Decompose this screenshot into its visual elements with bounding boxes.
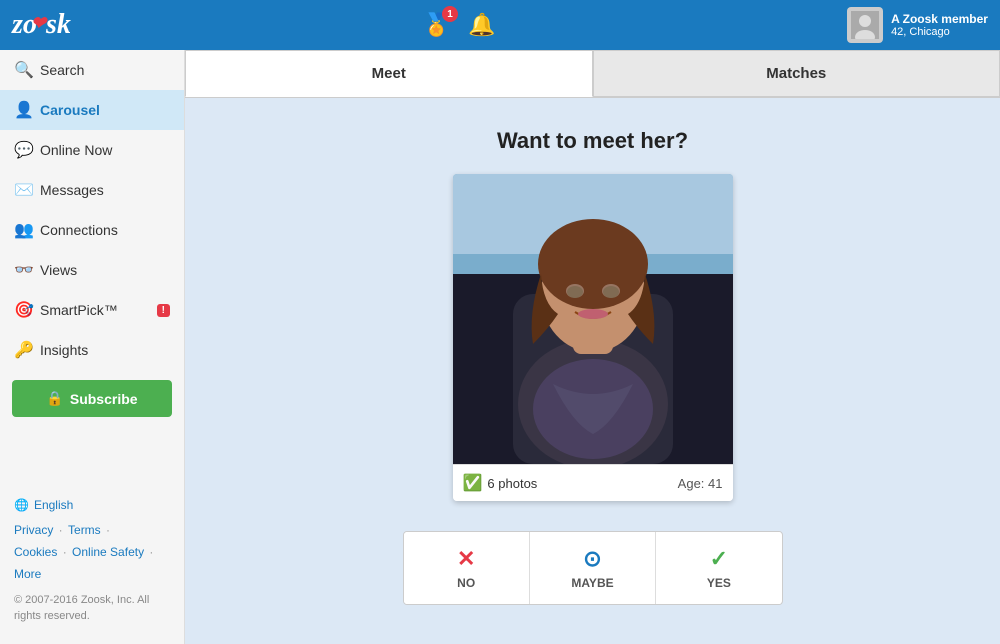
language-label: English — [34, 498, 73, 512]
meet-title: Want to meet her? — [497, 128, 688, 154]
terms-link[interactable]: Terms — [68, 523, 101, 537]
tab-meet[interactable]: Meet — [185, 50, 593, 97]
language-selector[interactable]: 🌐 English — [14, 498, 170, 512]
messages-icon-button[interactable]: 🏅 1 — [423, 12, 450, 38]
header: zo❤sk 🏅 1 🔔 A Zoosk member 42, Chicago — [0, 0, 1000, 50]
no-button[interactable]: ✕ NO — [404, 532, 530, 604]
logo[interactable]: zo❤sk — [12, 9, 71, 41]
no-label: NO — [457, 576, 475, 590]
subscribe-button[interactable]: 🔒 Subscribe — [12, 380, 172, 417]
sidebar-item-messages[interactable]: ✉️ Messages — [0, 170, 184, 210]
layout: 🔍 Search 👤 Carousel 💬 Online Now ✉️ Mess… — [0, 50, 1000, 644]
user-name: A Zoosk member — [891, 12, 988, 26]
maybe-button[interactable]: ⊙ MAYBE — [530, 532, 656, 604]
online-now-icon: 💬 — [14, 140, 32, 160]
sidebar-item-insights[interactable]: 🔑 Insights — [0, 330, 184, 370]
online-safety-link[interactable]: Online Safety — [72, 545, 144, 559]
privacy-link[interactable]: Privacy — [14, 523, 53, 537]
yes-button[interactable]: ✓ YES — [656, 532, 781, 604]
sidebar-label-online-now: Online Now — [40, 142, 112, 158]
header-icons: 🏅 1 🔔 — [423, 12, 496, 38]
sidebar-footer: 🌐 English Privacy · Terms · Cookies · On… — [0, 488, 184, 634]
maybe-icon: ⊙ — [583, 546, 601, 572]
content-area: Want to meet her? — [185, 98, 1000, 644]
photos-info: ✅ 6 photos — [463, 473, 538, 493]
verified-icon: ✅ — [463, 473, 483, 493]
action-buttons: ✕ NO ⊙ MAYBE ✓ YES — [403, 531, 783, 605]
user-profile-button[interactable]: A Zoosk member 42, Chicago — [847, 7, 988, 43]
user-location: 42, Chicago — [891, 26, 988, 38]
avatar — [847, 7, 883, 43]
sidebar-label-smartpick: SmartPick™ — [40, 302, 118, 318]
sidebar: 🔍 Search 👤 Carousel 💬 Online Now ✉️ Mess… — [0, 50, 185, 644]
globe-icon: 🌐 — [14, 498, 29, 512]
more-link[interactable]: More — [14, 567, 41, 581]
connections-icon: 👥 — [14, 220, 32, 240]
sidebar-label-carousel: Carousel — [40, 102, 100, 118]
age-info: Age: 41 — [678, 476, 723, 491]
smartpick-icon: 🎯 — [14, 300, 32, 320]
tabs: Meet Matches — [185, 50, 1000, 98]
tab-matches-label: Matches — [766, 65, 826, 82]
sidebar-item-online-now[interactable]: 💬 Online Now — [0, 130, 184, 170]
smartpick-badge: ! — [157, 304, 170, 317]
profile-card[interactable]: ✅ 6 photos Age: 41 — [453, 174, 733, 501]
bell-icon: 🔔 — [468, 12, 495, 37]
sidebar-item-connections[interactable]: 👥 Connections — [0, 210, 184, 250]
cookies-link[interactable]: Cookies — [14, 545, 57, 559]
tab-meet-label: Meet — [372, 65, 406, 82]
sidebar-label-insights: Insights — [40, 342, 88, 358]
copyright: © 2007-2016 Zoosk, Inc. All rights reser… — [14, 593, 170, 624]
views-icon: 👓 — [14, 260, 32, 280]
notifications-icon-button[interactable]: 🔔 — [468, 12, 495, 38]
no-icon: ✕ — [457, 546, 475, 572]
lock-icon: 🔒 — [46, 390, 63, 407]
sidebar-label-search: Search — [40, 62, 84, 78]
profile-card-footer: ✅ 6 photos Age: 41 — [453, 464, 733, 501]
messages-nav-icon: ✉️ — [14, 180, 32, 200]
sidebar-item-carousel[interactable]: 👤 Carousel — [0, 90, 184, 130]
photos-count: 6 photos — [487, 476, 537, 491]
search-icon: 🔍 — [14, 60, 32, 80]
tab-matches[interactable]: Matches — [593, 50, 1000, 97]
carousel-icon: 👤 — [14, 100, 32, 120]
logo-text: zo❤sk — [12, 9, 71, 41]
user-info: A Zoosk member 42, Chicago — [891, 12, 988, 38]
yes-label: YES — [707, 576, 731, 590]
sidebar-label-views: Views — [40, 262, 77, 278]
sidebar-item-smartpick[interactable]: 🎯 SmartPick™ ! — [0, 290, 184, 330]
subscribe-label: Subscribe — [70, 391, 138, 407]
sidebar-label-messages: Messages — [40, 182, 104, 198]
sidebar-item-search[interactable]: 🔍 Search — [0, 50, 184, 90]
sidebar-label-connections: Connections — [40, 222, 118, 238]
maybe-label: MAYBE — [571, 576, 613, 590]
main-content: Meet Matches Want to meet her? — [185, 50, 1000, 644]
profile-image — [453, 174, 733, 464]
insights-icon: 🔑 — [14, 340, 32, 360]
sidebar-links: Privacy · Terms · Cookies · Online Safet… — [14, 520, 170, 585]
sidebar-item-views[interactable]: 👓 Views — [0, 250, 184, 290]
messages-badge: 1 — [442, 6, 458, 22]
yes-icon: ✓ — [710, 546, 728, 572]
